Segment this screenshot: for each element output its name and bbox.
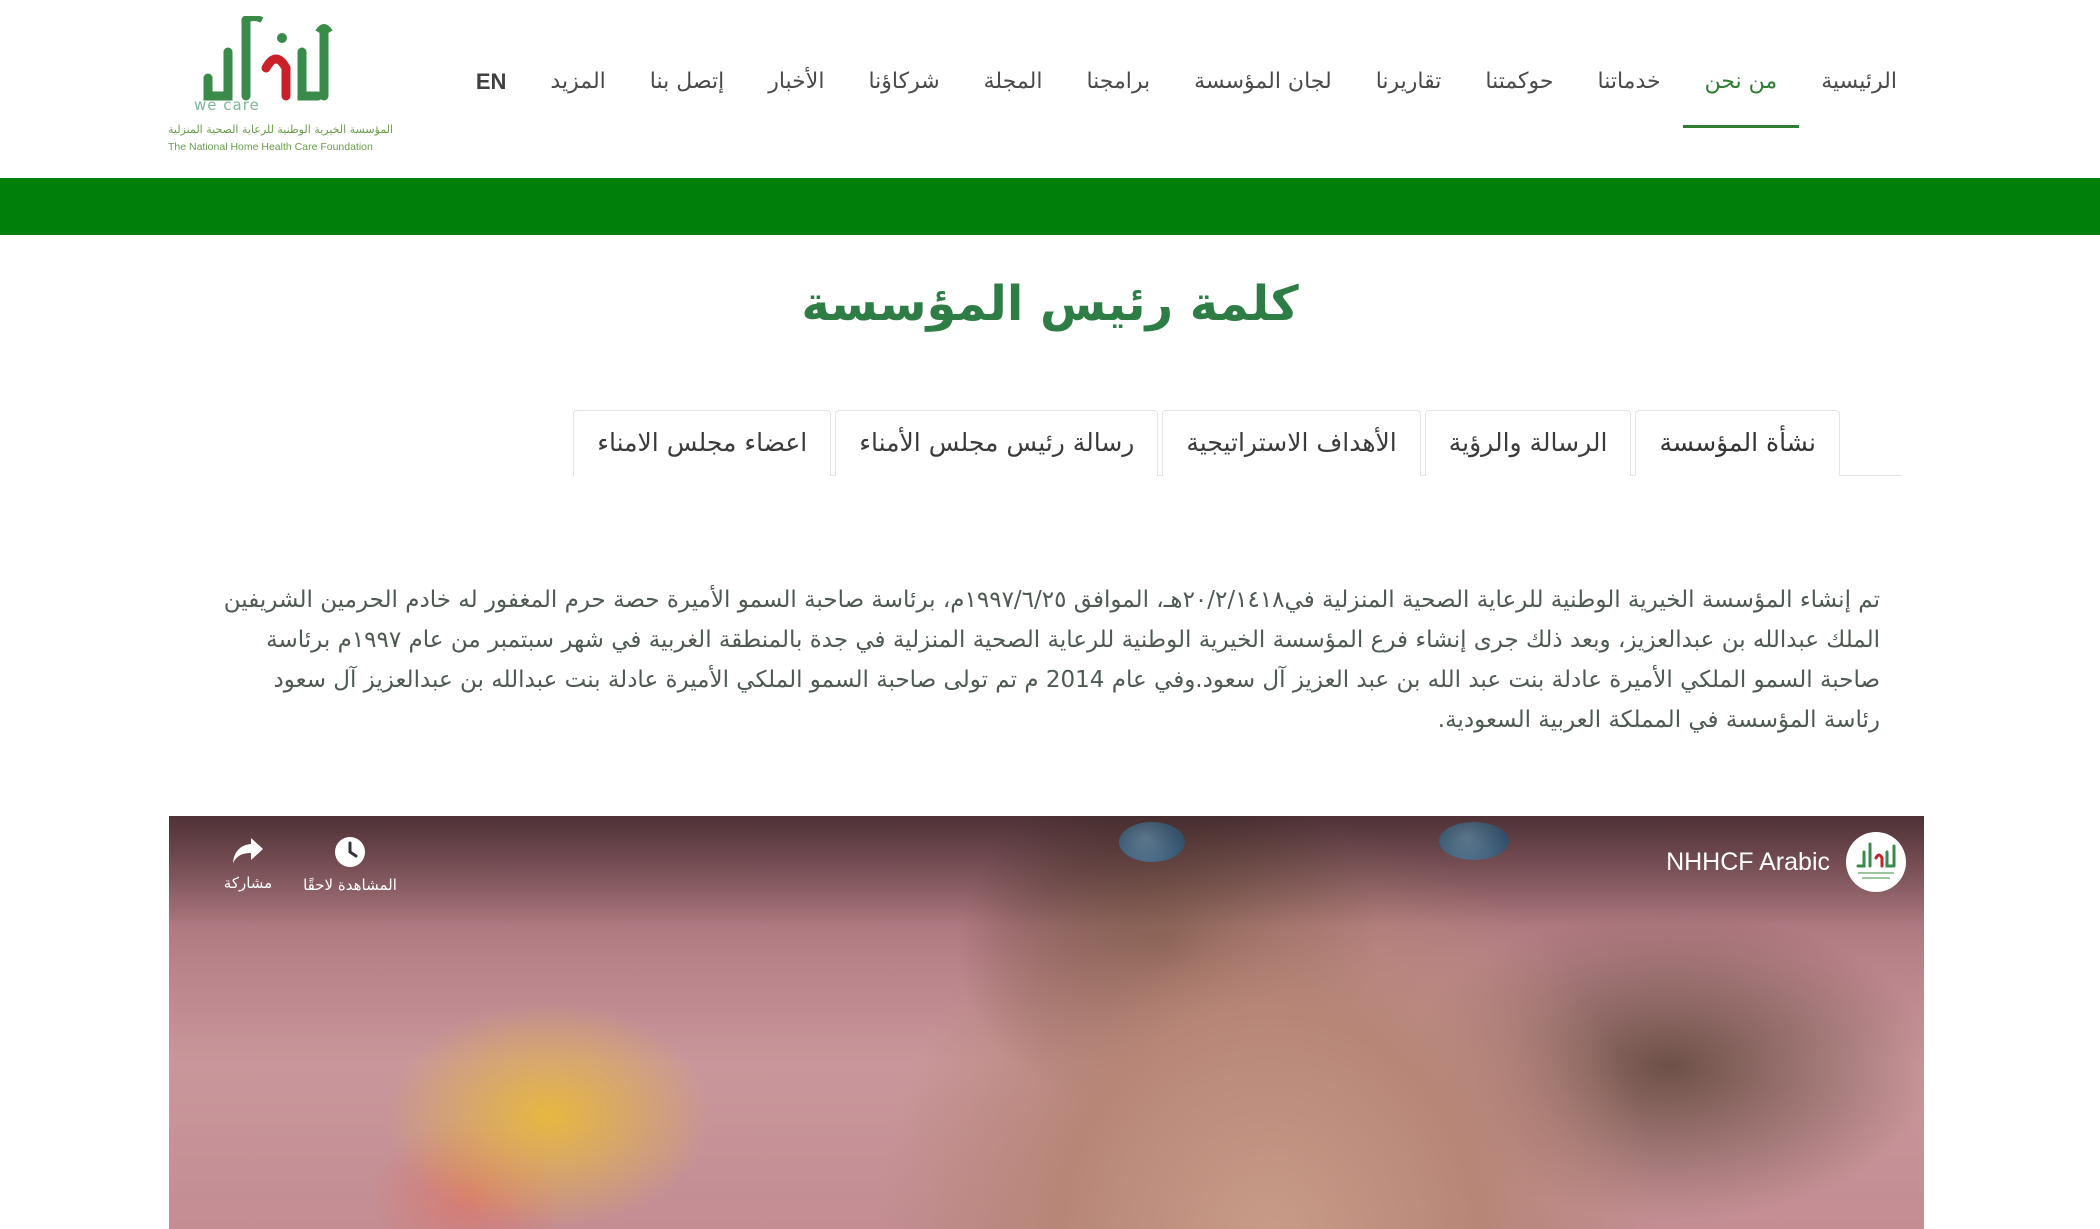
clock-icon	[335, 837, 365, 867]
foundation-intro-text: تم إنشاء المؤسسة الخيرية الوطنية للرعاية…	[223, 587, 1880, 733]
tab-strategic-goals[interactable]: الأهداف الاستراتيجية	[1162, 410, 1421, 476]
tab-foundation-origin[interactable]: نشأة المؤسسة	[1635, 410, 1840, 476]
nav-reports[interactable]: تقاريرنا	[1354, 62, 1464, 102]
page-title: كلمة رئيس المؤسسة	[801, 276, 1299, 332]
nav-governance[interactable]: حوكمتنا	[1463, 62, 1575, 102]
logo-foundation-name-ar: المؤسسة الخيرية الوطنية للرعاية الصحية ا…	[168, 123, 394, 136]
nav-committees[interactable]: لجان المؤسسة	[1172, 62, 1354, 102]
logo-tagline: we care	[194, 96, 260, 114]
video-channel-name[interactable]: NHHCF Arabic	[1666, 848, 1830, 877]
nav-more[interactable]: المزيد	[528, 62, 627, 102]
nav-magazine[interactable]: المجلة	[962, 62, 1065, 102]
video-share-button[interactable]: مشاركة	[193, 836, 303, 892]
green-banner-strip	[0, 178, 2100, 235]
nav-partners[interactable]: شركاؤنا	[846, 62, 961, 102]
language-switch-en[interactable]: EN	[454, 62, 529, 102]
channel-logo-icon	[1856, 842, 1896, 879]
about-tabs: نشأة المؤسسة الرسالة والرؤية الأهداف الا…	[573, 410, 1840, 476]
nav-contact[interactable]: إتصل بنا	[628, 62, 746, 102]
nav-programs[interactable]: برامجنا	[1064, 62, 1172, 102]
site-header: we care المؤسسة الخيرية الوطنية للرعاية …	[0, 0, 2100, 178]
channel-avatar[interactable]	[1846, 832, 1906, 892]
logo-foundation-name-en: The National Home Health Care Foundation	[168, 141, 373, 153]
tab-board-chair-message[interactable]: رسالة رئيس مجلس الأمناء	[835, 410, 1159, 476]
main-nav: الرئيسية من نحن خدماتنا حوكمتنا تقاريرنا…	[454, 62, 1919, 128]
video-top-shade	[169, 816, 1924, 926]
video-share-label: مشاركة	[223, 874, 273, 892]
site-logo[interactable]: we care المؤسسة الخيرية الوطنية للرعاية …	[168, 16, 394, 160]
nav-news[interactable]: الأخبار	[746, 62, 846, 102]
video-channel-info[interactable]: NHHCF Arabic	[1666, 832, 1906, 892]
tab-mission-vision[interactable]: الرسالة والرؤية	[1424, 410, 1632, 476]
embedded-video-player[interactable]: مشاركة المشاهدة لاحقًا NHHCF Arabic	[169, 816, 1924, 1229]
nav-about-us[interactable]: من نحن	[1682, 62, 1800, 128]
share-icon	[233, 838, 263, 863]
nav-home[interactable]: الرئيسية	[1799, 62, 1919, 102]
video-watch-later-label: المشاهدة لاحقًا	[303, 876, 397, 894]
video-watch-later-button[interactable]: المشاهدة لاحقًا	[295, 836, 405, 894]
tab-board-members[interactable]: اعضاء مجلس الامناء	[573, 410, 832, 476]
nav-services[interactable]: خدماتنا	[1576, 62, 1683, 102]
